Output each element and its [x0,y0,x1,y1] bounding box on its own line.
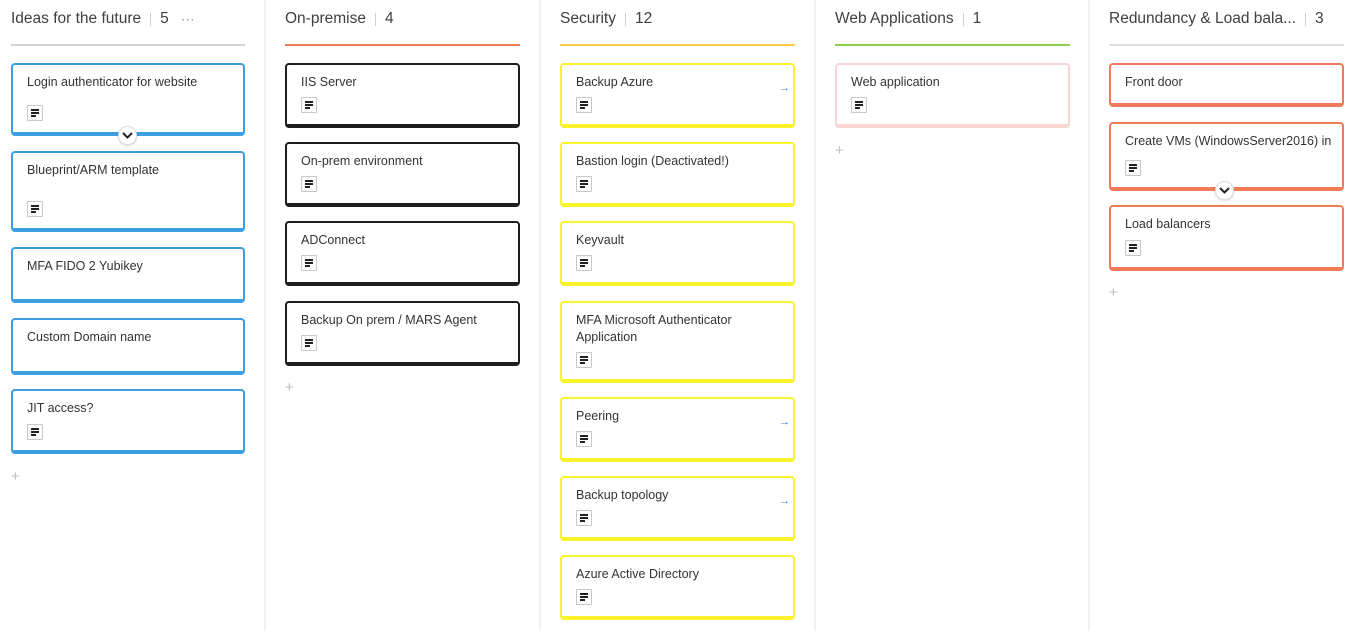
chevron-down-icon[interactable] [118,126,137,145]
column-header[interactable]: Ideas for the future 5 ⋯ [11,9,245,29]
column-header[interactable]: Web Applications 1 [835,9,1070,29]
column-accent-line [1109,44,1344,46]
header-divider [150,12,152,26]
note-lines-icon [301,255,317,271]
note-lines-icon [576,431,592,447]
note-lines-icon [1125,240,1141,256]
column-divider [814,0,816,631]
card[interactable]: JIT access? [11,389,245,454]
card[interactable]: On-prem environment [285,142,520,207]
more-horizontal-icon[interactable]: ⋯ [181,11,196,28]
plus-icon[interactable]: + [285,380,294,395]
note-lines-icon [851,97,867,113]
card[interactable]: MFA Microsoft Authenticator Application [560,301,795,383]
column-title: Ideas for the future [11,10,142,27]
note-lines-icon [576,510,592,526]
plus-icon[interactable]: + [11,469,20,484]
card[interactable]: Web application [835,63,1070,128]
card-title: ADConnect [301,233,365,247]
column-title: Web Applications [835,10,954,27]
card[interactable]: Bastion login (Deactivated!) [560,142,795,207]
column-header[interactable]: Redundancy & Load bala... 3 [1109,9,1344,29]
card-title: On-prem environment [301,154,423,168]
note-lines-icon [27,424,43,440]
header-divider [374,12,376,26]
column-security: Security 12 Backup Azure → Bastion login… [560,0,795,631]
card[interactable]: Keyvault [560,221,795,286]
note-lines-icon [27,201,43,217]
card-title: Front door [1125,75,1183,89]
column-accent-line [560,44,795,46]
card[interactable]: Peering → [560,397,795,462]
column-divider [264,0,266,631]
card-title: IIS Server [301,75,357,89]
note-lines-icon [576,176,592,192]
note-lines-icon [27,105,43,121]
card-title: MFA Microsoft Authenticator Application [576,313,732,344]
card[interactable]: Backup topology → [560,476,795,541]
card-title: Load balancers [1125,217,1211,231]
column-count: 5 [160,10,169,27]
card-title: Peering [576,409,620,423]
card-title: Bastion login (Deactivated!) [576,154,729,168]
column-web-applications: Web Applications 1 Web application + [835,0,1070,631]
card[interactable]: Blueprint/ARM template [11,151,245,232]
column-title: Security [560,10,616,27]
card-title: JIT access? [27,401,94,415]
arrow-right-icon[interactable]: → [779,416,790,428]
card[interactable]: Backup On prem / MARS Agent [285,301,520,366]
card[interactable]: Load balancers [1109,205,1344,271]
column-accent-line [835,44,1070,46]
card-title: Custom Domain name [27,330,152,344]
note-lines-icon [301,335,317,351]
card-title: Keyvault [576,233,624,247]
note-lines-icon [301,176,317,192]
column-ideas-for-the-future: Ideas for the future 5 ⋯ Login authentic… [11,0,245,631]
header-divider [1305,12,1306,26]
column-title: On-premise [285,10,366,27]
card-title: MFA FIDO 2 Yubikey [27,259,143,273]
card-title: Login authenticator for website [27,75,198,89]
column-header[interactable]: Security 12 [560,9,795,29]
column-divider [539,0,541,631]
note-lines-icon [576,589,592,605]
plus-icon[interactable]: + [835,143,844,158]
note-lines-icon [576,352,592,368]
column-count: 4 [384,10,394,27]
card[interactable]: Backup Azure → [560,63,795,128]
column-header[interactable]: On-premise 4 [285,9,520,29]
column-count: 12 [635,10,653,27]
card[interactable]: Front door [1109,63,1344,107]
header-divider [625,12,626,26]
card-title: Web application [851,75,940,89]
column-count: 3 [1315,10,1324,27]
column-count: 1 [972,10,982,27]
column-accent-line [11,44,245,46]
note-lines-icon [1125,160,1141,176]
arrow-right-icon[interactable]: → [779,495,790,507]
column-title: Redundancy & Load bala... [1109,10,1296,27]
note-lines-icon [576,255,592,271]
card-title: Azure Active Directory [576,567,699,581]
column-on-premise: On-premise 4 IIS Server On-prem environm… [285,0,520,631]
column-redundancy-load-balancing: Redundancy & Load bala... 3 Front door C… [1109,0,1344,631]
card[interactable]: Azure Active Directory [560,555,795,620]
chevron-down-icon[interactable] [1215,181,1234,200]
column-accent-line [285,44,520,46]
card[interactable]: MFA FIDO 2 Yubikey [11,247,245,303]
card-title: Backup Azure [576,75,654,89]
column-divider [1088,0,1090,631]
card[interactable]: Custom Domain name [11,318,245,375]
card-title: Backup topology [576,488,669,502]
card[interactable]: ADConnect [285,221,520,286]
header-divider [962,12,964,26]
arrow-right-icon[interactable]: → [779,82,790,94]
plus-icon[interactable]: + [1109,285,1118,300]
card-title: Backup On prem / MARS Agent [301,313,477,327]
card[interactable]: IIS Server [285,63,520,128]
card-title: Create VMs (WindowsServer2016) in [1125,134,1332,148]
card-title: Blueprint/ARM template [27,163,160,177]
note-lines-icon [576,97,592,113]
note-lines-icon [301,97,317,113]
